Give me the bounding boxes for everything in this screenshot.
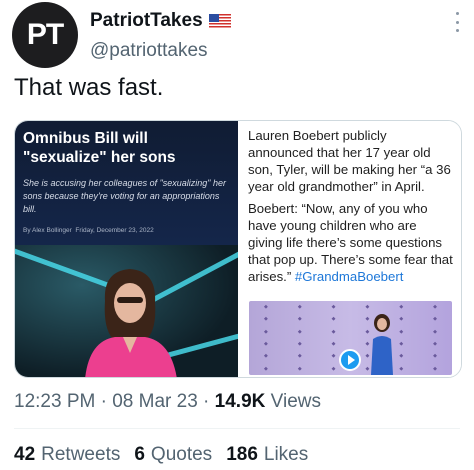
hashtag-link[interactable]: #GrandmaBoebert [295, 269, 404, 284]
views-count: 14.9K [214, 391, 266, 412]
display-name-row[interactable]: PatriotTakes [90, 10, 231, 32]
news-photo [15, 245, 238, 377]
quotes-stat[interactable]: 6 Quotes [134, 444, 212, 466]
retweets-count: 42 [14, 444, 36, 465]
meta-separator: · [100, 391, 107, 412]
likes-count: 186 [226, 444, 258, 465]
user-handle[interactable]: @patriottakes [90, 40, 208, 62]
retweets-stat[interactable]: 42 Retweets [14, 444, 120, 466]
tweet-meta: 12:23 PM · 08 Mar 23 · 14.9K Views [14, 391, 321, 413]
byline-date: Friday, December 23, 2022 [75, 227, 154, 234]
meta-separator: · [203, 391, 210, 412]
screenshot-paragraph-1: Lauren Boebert publicly announced that h… [248, 128, 451, 194]
likes-label: Likes [263, 444, 309, 465]
news-subhead: She is accusing her colleagues of "sexua… [23, 178, 227, 214]
news-screenshot[interactable]: Omnibus Bill will "sexualize" her sons S… [15, 121, 238, 377]
news-header: Omnibus Bill will "sexualize" her sons S… [15, 121, 238, 245]
likes-stat[interactable]: 186 Likes [226, 444, 308, 466]
news-headline: Omnibus Bill will "sexualize" her sons [23, 130, 176, 166]
tweet-date[interactable]: 08 Mar 23 [112, 391, 198, 412]
retweets-label: Retweets [41, 444, 121, 465]
quotes-label: Quotes [150, 444, 213, 465]
us-flag-icon [208, 13, 231, 29]
divider [14, 428, 460, 429]
tweet-text: That was fast. [14, 74, 164, 101]
play-icon[interactable] [339, 349, 361, 371]
avatar-initials: PT [26, 18, 64, 51]
views-label: Views [270, 391, 321, 412]
video-speaker [371, 314, 393, 375]
engagement-stats: 42 Retweets 6 Quotes 186 Likes [14, 444, 308, 466]
more-options-icon[interactable] [454, 12, 460, 32]
tweet-time[interactable]: 12:23 PM [14, 391, 95, 412]
screenshot-paragraph-2: Boebert: “Now, any of you who have young… [248, 200, 453, 285]
quotes-count: 6 [134, 444, 145, 465]
avatar[interactable]: PT [12, 2, 78, 68]
news-byline: By Alex Bollinger Friday, December 23, 2… [23, 227, 230, 234]
video-thumbnail[interactable]: ◆ ◆ ◆ ◆ ◆ ◆ ◆ ◆ ◆ ◆ ◆ ◆ ◆ ◆ ◆ ◆ ◆ ◆ ◆ ◆ ◆ ◆ ◆ ◆ ◆ ◆ ◆ ◆ ◆ ◆ ◆ ◆ ◆ ◆ ◆… [249, 301, 452, 375]
display-name[interactable]: PatriotTakes [90, 10, 203, 32]
screenshot-text: Lauren Boebert publicly announced that h… [248, 127, 453, 285]
byline-author: By Alex Bollinger [23, 227, 72, 234]
tweet-media[interactable]: Omnibus Bill will "sexualize" her sons S… [14, 120, 462, 378]
speaker-photo [85, 269, 177, 377]
text-screenshot[interactable]: Lauren Boebert publicly announced that h… [238, 121, 461, 377]
